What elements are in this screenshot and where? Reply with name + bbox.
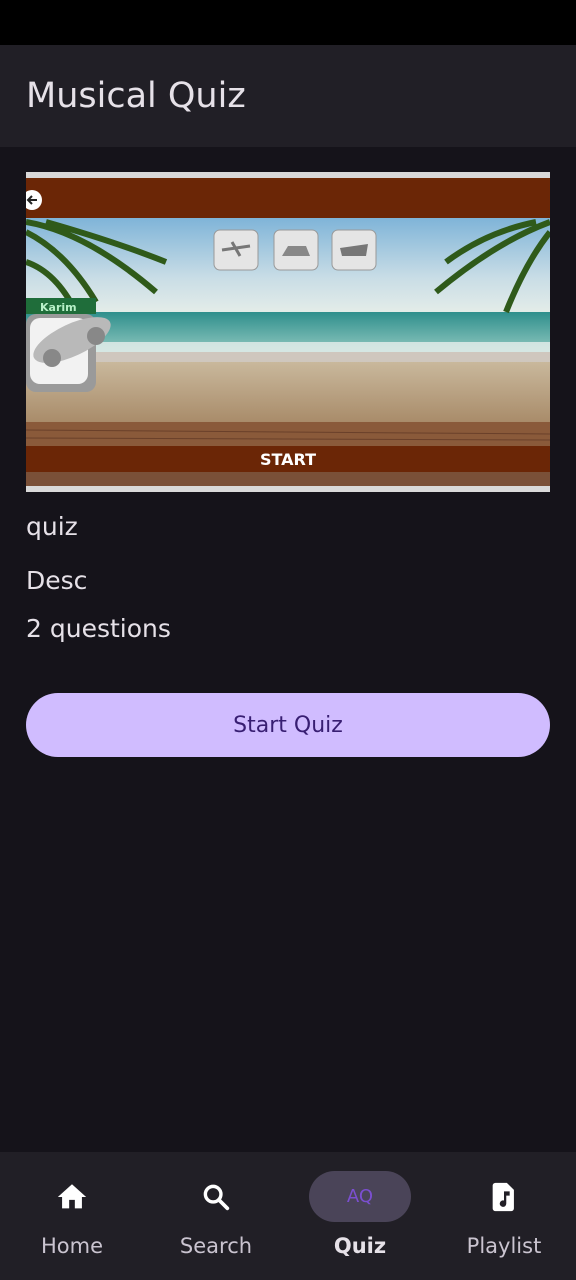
question-count: 2 questions — [26, 614, 171, 643]
nav-indicator-quiz: AQ — [309, 1171, 411, 1222]
quiz-thumbnail-image: Karim START — [26, 172, 550, 492]
quiz-thumbnail: Karim START — [26, 172, 550, 492]
nav-label-search: Search — [179, 1234, 253, 1258]
music-file-icon — [487, 1180, 521, 1214]
quiz-icon: AQ — [346, 1186, 374, 1207]
start-quiz-button[interactable]: Start Quiz — [26, 693, 550, 757]
nav-label-quiz: Quiz — [333, 1234, 387, 1258]
nav-label-playlist: Playlist — [466, 1234, 542, 1258]
nav-item-home[interactable]: Home — [0, 1152, 144, 1280]
search-icon — [199, 1180, 233, 1214]
nav-indicator-playlist — [453, 1171, 555, 1222]
nav-item-playlist[interactable]: Playlist — [432, 1152, 576, 1280]
player-name-label: Karim — [40, 301, 77, 314]
nav-indicator-search — [165, 1171, 267, 1222]
nav-indicator-home — [21, 1171, 123, 1222]
page-title: Musical Quiz — [26, 76, 246, 116]
app-bar: Musical Quiz — [0, 45, 576, 147]
nav-label-home: Home — [40, 1234, 103, 1258]
nav-item-quiz[interactable]: AQ Quiz — [288, 1152, 432, 1280]
nav-item-search[interactable]: Search — [144, 1152, 288, 1280]
quiz-description: Desc — [26, 566, 88, 595]
home-icon — [55, 1180, 89, 1214]
bottom-navigation: Home Search AQ Quiz Playlist — [0, 1152, 576, 1280]
status-bar — [0, 0, 576, 45]
thumbnail-start-label: START — [260, 450, 316, 469]
quiz-title: quiz — [26, 512, 78, 541]
